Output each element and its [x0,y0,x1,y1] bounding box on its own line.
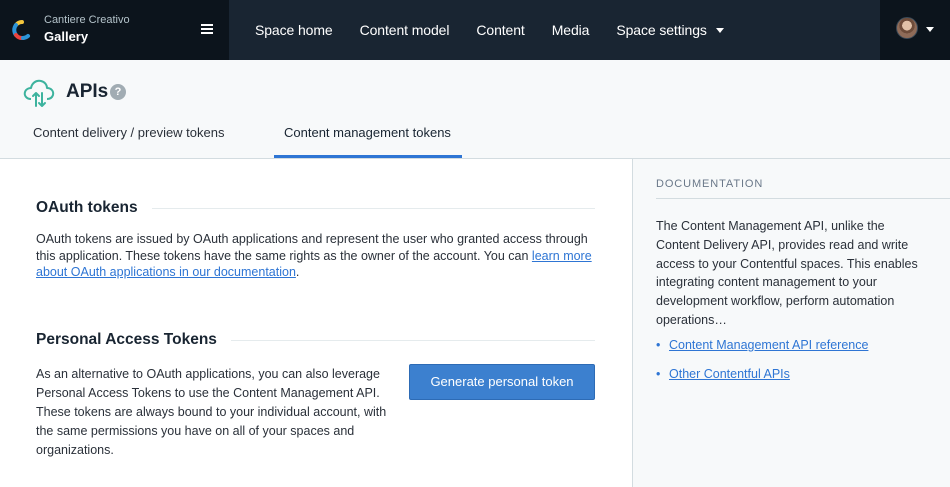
oauth-description: OAuth tokens are issued by OAuth applica… [36,232,592,279]
documentation-sidebar: DOCUMENTATION The Content Management API… [634,159,950,487]
nav-content[interactable]: Content [476,22,524,38]
main-content: OAuth tokens OAuth tokens are issued by … [0,159,633,487]
list-item: • Content Management API reference [656,338,868,367]
list-item: • Other Contentful APIs [656,367,868,396]
documentation-heading: DOCUMENTATION [656,178,764,190]
contentful-logo-icon [12,20,30,40]
nav-media[interactable]: Media [552,22,590,38]
cloud-sync-icon [23,79,55,107]
nav-content-model[interactable]: Content model [360,22,450,38]
help-icon[interactable]: ? [110,84,126,100]
avatar [896,17,918,39]
hamburger-menu-icon[interactable] [200,22,214,36]
caret-down-icon [926,27,934,32]
page-header: APIs ? Content delivery / preview tokens… [0,60,950,159]
documentation-links: • Content Management API reference • Other… [656,338,868,396]
documentation-text: The Content Management API, unlike the C… [656,219,918,327]
tab-content-management-tokens[interactable]: Content management tokens [284,125,451,140]
active-tab-indicator [274,155,462,158]
nav-space-settings[interactable]: Space settings [616,22,724,38]
bullet: • [656,338,661,352]
page-title: APIs [66,81,109,102]
pat-description: As an alternative to OAuth applications,… [36,367,387,457]
sidebar-divider [656,198,950,199]
tab-content-delivery-tokens[interactable]: Content delivery / preview tokens [33,125,224,140]
bullet: • [656,367,661,381]
account-menu[interactable] [880,0,950,60]
cma-reference-link[interactable]: Content Management API reference [669,338,868,352]
top-navigation-bar: Cantiere Creativo Gallery Space home Con… [0,0,950,60]
main-navigation: Space home Content model Content Media S… [229,0,751,60]
oauth-section-title: OAuth tokens [36,199,152,217]
generate-personal-token-button[interactable]: Generate personal token [409,364,595,400]
nav-space-home[interactable]: Space home [255,22,333,38]
caret-down-icon [715,28,724,33]
space-selector[interactable]: Cantiere Creativo Gallery [0,0,229,60]
other-apis-link[interactable]: Other Contentful APIs [669,367,790,381]
space-name: Gallery [44,29,89,44]
space-organization-name: Cantiere Creativo [44,14,130,26]
pat-section-title: Personal Access Tokens [36,331,231,349]
